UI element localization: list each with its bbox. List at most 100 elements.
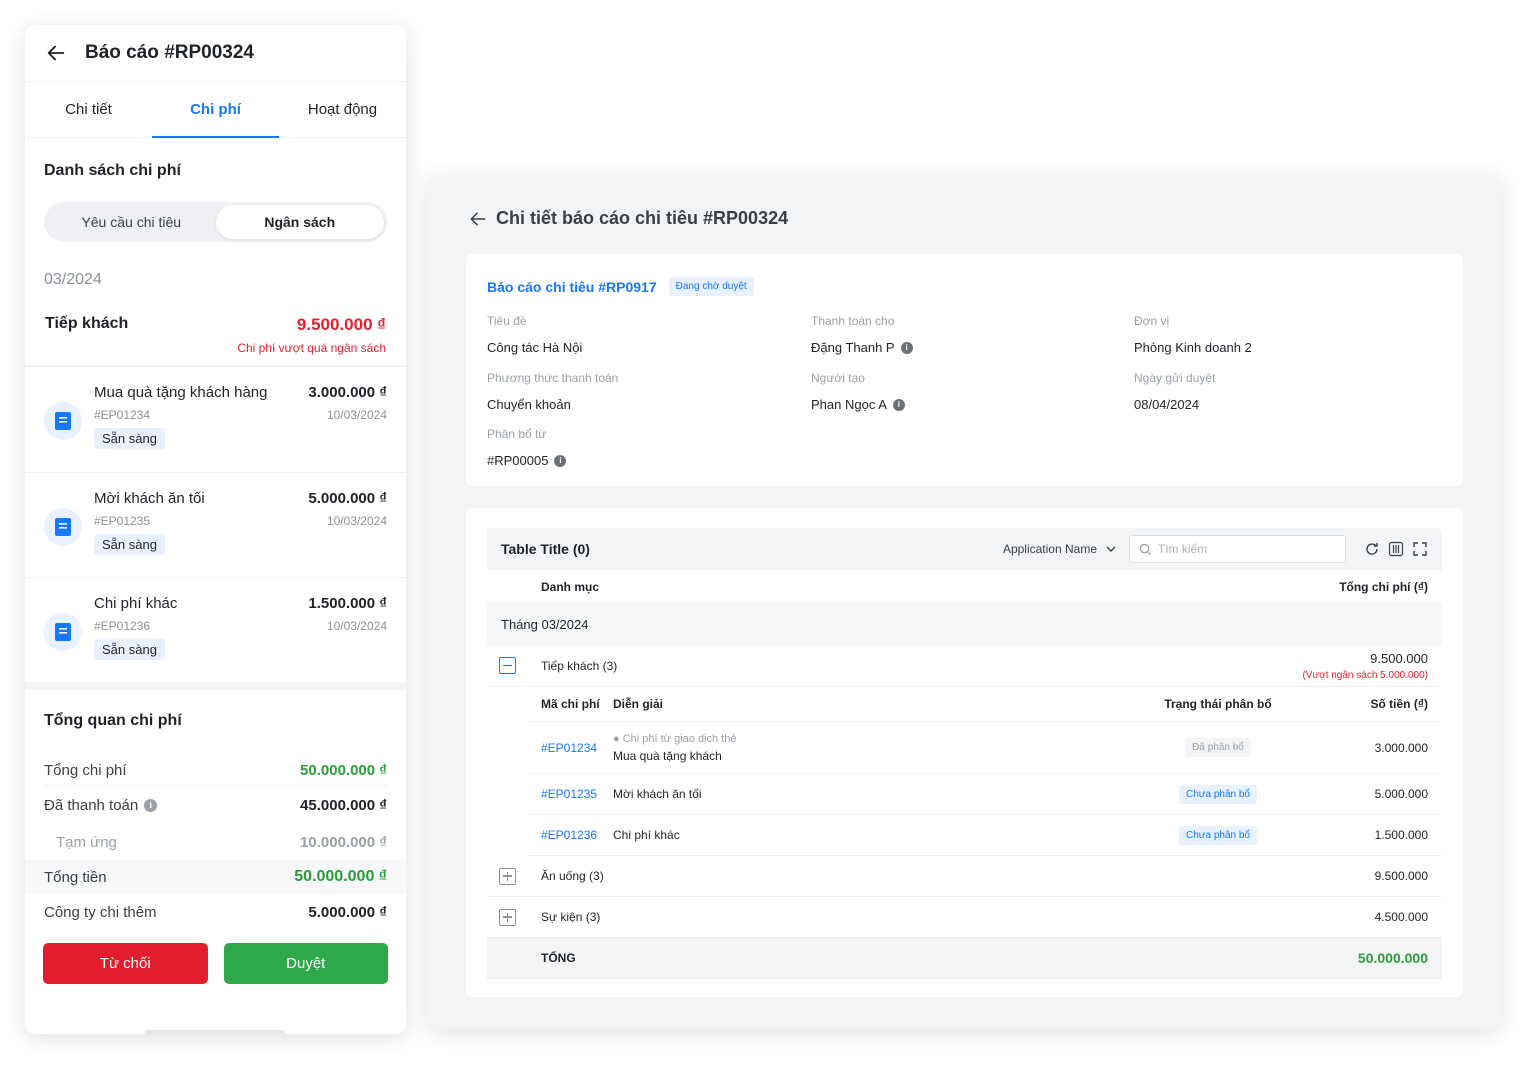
company-extra-label: Công ty chi thêm [44, 903, 157, 921]
report-link[interactable]: Báo cáo chi tiêu #RP0917 [487, 279, 657, 295]
paid-label: Đã thanh toán [44, 796, 139, 814]
expense-code-link[interactable]: #EP01234 [527, 741, 613, 755]
mobile-header: Báo cáo #RP00324 [25, 25, 406, 82]
back-arrow-icon[interactable] [468, 209, 488, 229]
field-value: Đặng Thanh P [811, 340, 895, 355]
category-amount: 9.500.000 ₫ [296, 315, 386, 334]
item-date: 10/03/2024 [326, 514, 387, 528]
item-name: Mời khách ăn tối [94, 490, 205, 507]
item-date: 10/03/2024 [326, 619, 387, 633]
row-desc: Mua quà tặng khách [613, 748, 722, 763]
table-row: Ăn uống (3) 9.500.000 [487, 856, 1442, 897]
expand-toggle[interactable] [499, 908, 516, 926]
col-header-total: Tổng chi phí (₫) [1339, 579, 1428, 594]
month-label: 03/2024 [44, 271, 102, 288]
collapse-toggle[interactable] [499, 657, 516, 674]
mobile-report-screen: Báo cáo #RP00324 Chi tiết Chi phí Hoạt đ… [25, 25, 406, 1034]
row-desc: Mời khách ăn tối [613, 787, 702, 801]
company-extra-value: 5.000.000 ₫ [308, 903, 387, 921]
field-value: 08/04/2024 [1134, 397, 1200, 412]
field-value: Chuyển khoản [487, 397, 571, 412]
segment-spend-request[interactable]: Yêu cầu chi tiêu [47, 205, 216, 239]
field-label: Phân bổ từ [487, 427, 547, 441]
group-name: Sự kiện (3) [541, 910, 601, 924]
total-label: Tổng tiền [44, 868, 107, 886]
tab-activity[interactable]: Hoạt động [279, 82, 406, 137]
group-amount: 9.500.000 [1374, 869, 1428, 883]
back-arrow-icon[interactable] [45, 42, 67, 64]
field-value: Công tác Hà Nội [487, 340, 583, 355]
total-row: TỔNG 50.000.000 [487, 938, 1442, 979]
info-icon[interactable]: i [900, 341, 913, 354]
list-item[interactable]: Mua quà tặng khách hàng 3.000.000 ₫ #EP0… [25, 367, 406, 472]
list-item[interactable]: Chi phí khác 1.500.000 ₫ #EP01236 10/03/… [25, 577, 406, 682]
category-name: Tiếp khách [45, 315, 129, 332]
list-item[interactable]: Mời khách ăn tối 5.000.000 ₫ #EP01235 10… [25, 472, 406, 577]
page-title: Chi tiết báo cáo chi tiêu #RP00324 [496, 208, 789, 228]
info-icon[interactable]: i [144, 798, 158, 812]
table-row: #EP01236 Chi phí khác Chưa phân bổ 1.500… [527, 815, 1442, 856]
search-input[interactable] [1157, 542, 1336, 556]
source-note: Chi phí từ giao dịch thẻ [622, 732, 737, 745]
expense-code-link[interactable]: #EP01235 [527, 787, 613, 801]
expand-toggle[interactable] [499, 867, 516, 885]
receipt-icon [44, 613, 82, 651]
approve-button[interactable]: Duyệt [223, 943, 388, 984]
refresh-icon[interactable] [1364, 541, 1380, 557]
total-value: 50.000.000 ₫ [294, 868, 387, 885]
receipt-icon [44, 402, 82, 440]
col-header-code: Mã chi phí [541, 697, 600, 711]
expense-code-link[interactable]: #EP01236 [527, 828, 613, 842]
status-badge: Sẵn sàng [94, 534, 165, 555]
field-label: Ngày gửi duyệt [1134, 371, 1216, 385]
status-badge: Sẵn sàng [94, 428, 165, 449]
field-label: Phương thức thanh toán [487, 371, 619, 385]
group-amount: 9.500.000 [1370, 650, 1428, 666]
col-header-desc: Diễn giải [613, 697, 664, 711]
col-header-amount: Số tiền (₫) [1370, 697, 1429, 711]
tab-expenses[interactable]: Chi phí [152, 82, 279, 138]
table-title: Table Title (0) [501, 541, 590, 557]
info-icon[interactable]: i [554, 454, 567, 467]
field-value: Phòng Kinh doanh 2 [1134, 340, 1252, 355]
info-icon[interactable]: i [892, 398, 905, 411]
item-date: 10/03/2024 [326, 408, 387, 422]
field-label: Thanh toán cho [811, 314, 895, 328]
advance-label: Tạm ứng [56, 833, 117, 851]
table-row: Sự kiện (3) 4.500.000 [487, 897, 1442, 938]
section-title-overview: Tổng quan chi phí [44, 712, 182, 729]
field-label: Tiêu đề [487, 314, 527, 328]
row-desc: Chi phí khác [613, 828, 680, 842]
field-value: #RP00005 [487, 453, 549, 468]
expense-table: Table Title (0) Application Name Danh mụ… [487, 528, 1442, 979]
reject-button[interactable]: Từ chối [43, 943, 208, 984]
over-budget-warning: (Vượt ngân sách 5.000.000) [1302, 669, 1428, 681]
column-settings-icon[interactable] [1388, 541, 1404, 557]
segmented-control: Yêu cầu chi tiêu Ngân sách [44, 202, 387, 242]
row-amount: 1.500.000 [1374, 828, 1428, 842]
chevron-down-icon [1106, 546, 1116, 552]
search-icon [1139, 543, 1151, 555]
segment-budget[interactable]: Ngân sách [215, 205, 384, 239]
field-label: Người tạo [811, 371, 865, 385]
paid-value: 45.000.000 ₫ [300, 796, 387, 814]
item-name: Mua quà tặng khách hàng [94, 384, 268, 401]
tab-details[interactable]: Chi tiết [25, 82, 152, 137]
total-cost-label: Tổng chi phí [44, 762, 127, 779]
table-row: #EP01234 ● Chi phí từ giao dịch thẻ Mua … [527, 722, 1442, 774]
status-badge: Đang chờ duyệt [668, 277, 754, 296]
application-select[interactable]: Application Name [1003, 542, 1117, 556]
report-info-card: Báo cáo chi tiêu #RP0917 Đang chờ duyệt … [466, 254, 1463, 486]
status-badge: Đã phân bổ [1185, 738, 1251, 757]
receipt-icon [44, 508, 82, 546]
expense-table-card: Table Title (0) Application Name Danh mụ… [466, 508, 1463, 997]
field-label: Đơn vị [1134, 314, 1170, 328]
application-select-label: Application Name [1002, 542, 1097, 556]
group-amount: 4.500.000 [1374, 910, 1428, 924]
home-indicator [145, 1030, 285, 1034]
section-title-expense-list: Danh sách chi phí [44, 162, 181, 179]
item-amount: 5.000.000 ₫ [308, 490, 387, 507]
total-cost-value: 50.000.000 ₫ [300, 762, 387, 779]
fullscreen-icon[interactable] [1412, 541, 1428, 557]
table-row: Tiếp khách (3) 9.500.000 (Vượt ngân sách… [487, 645, 1442, 687]
